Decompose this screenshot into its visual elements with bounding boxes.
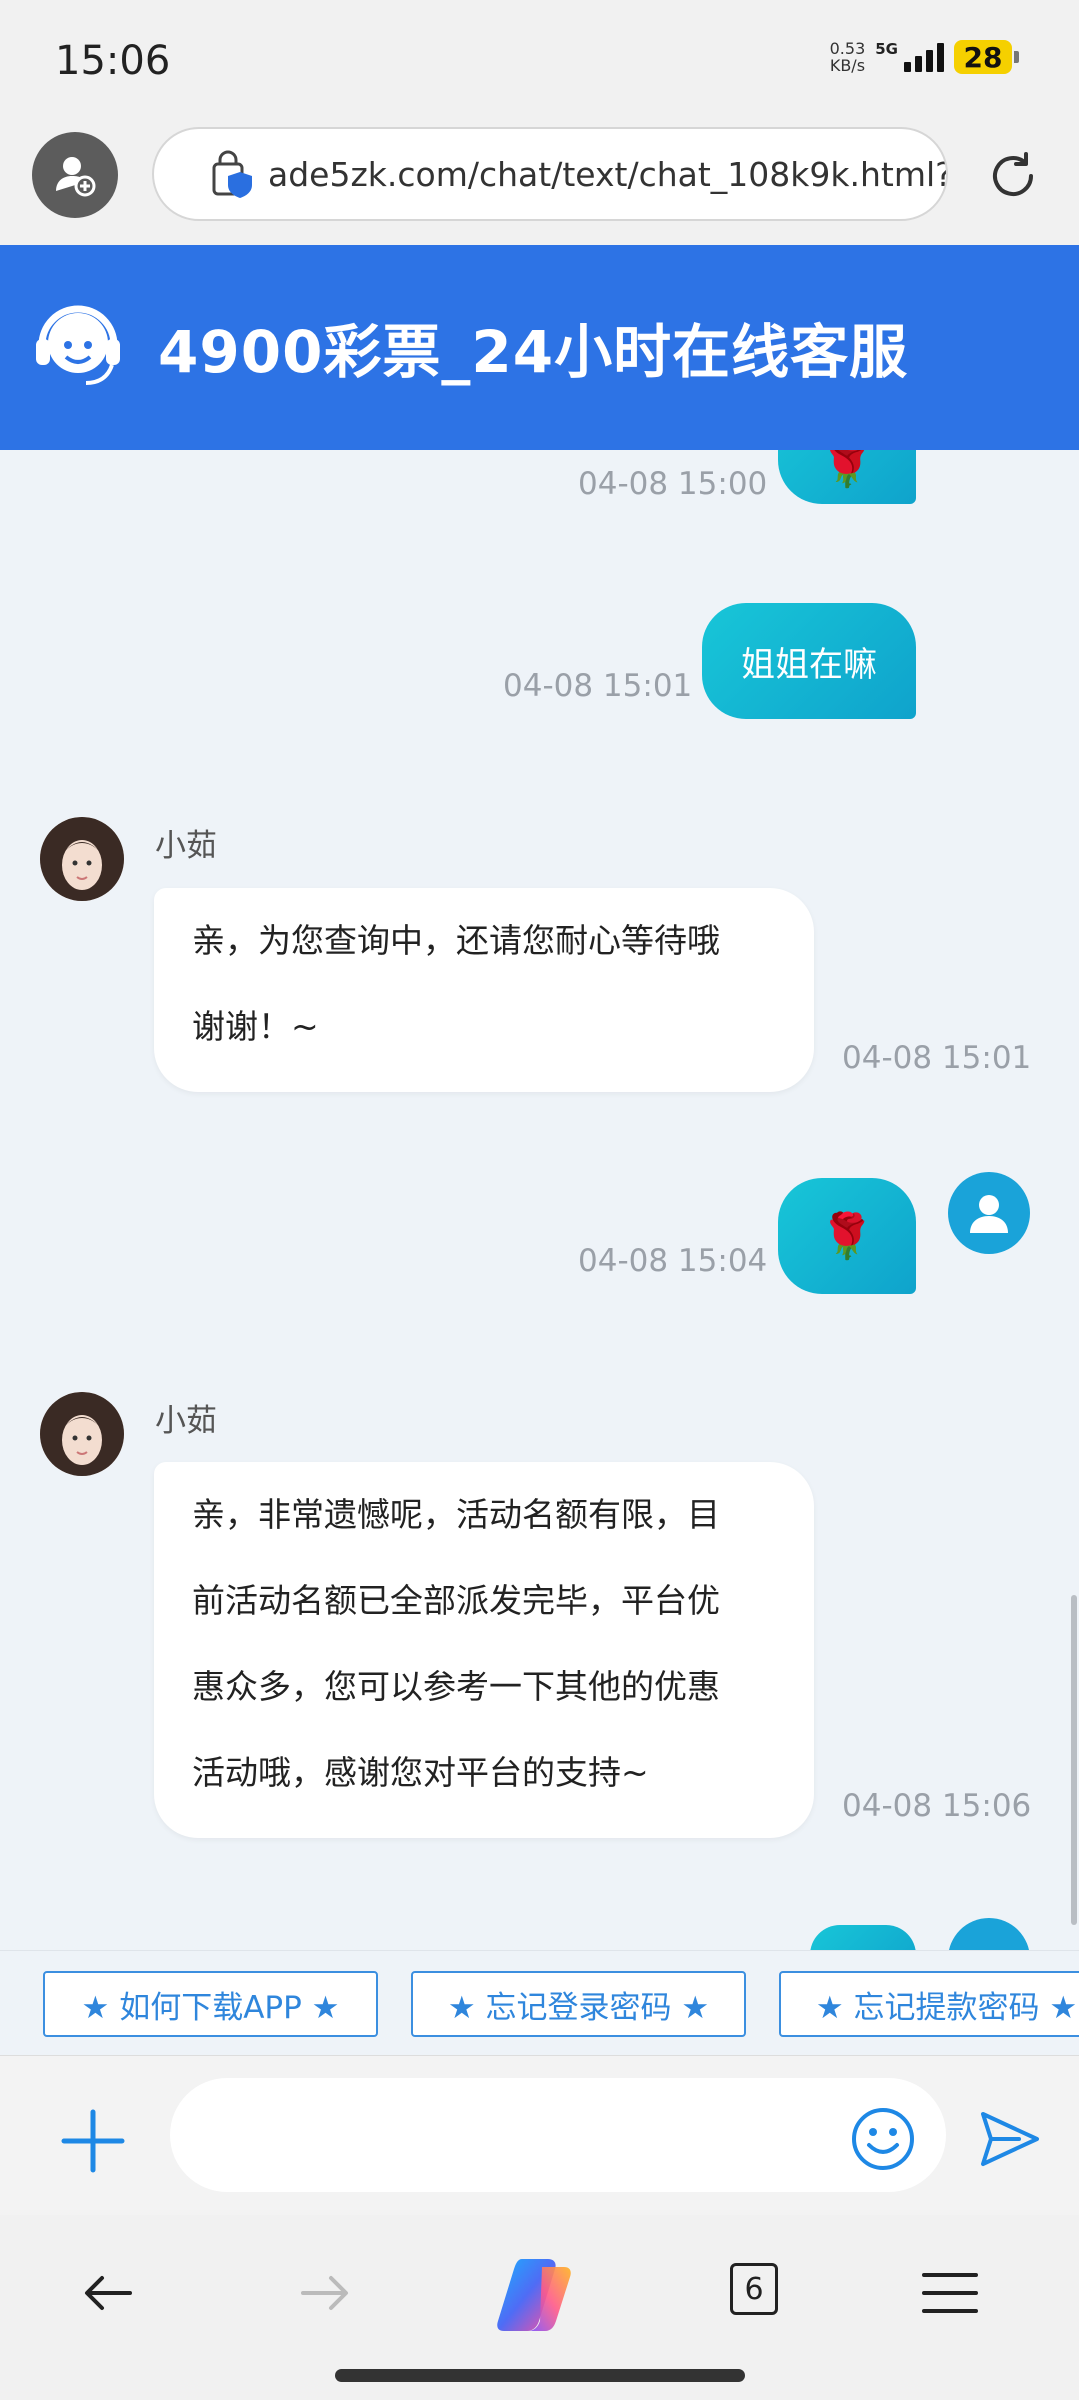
message-composer	[0, 2055, 1079, 2216]
send-icon[interactable]	[978, 2108, 1042, 2170]
user-icon	[970, 1195, 1008, 1233]
chat-title: 4900彩票_24小时在线客服	[158, 318, 909, 386]
message-line: 活动哦，感谢您对平台的支持~	[192, 1753, 649, 1792]
message-line: 亲，非常遗憾呢，活动名额有限，目	[192, 1495, 720, 1534]
chat-header: 4900彩票_24小时在线客服	[0, 245, 1079, 450]
copilot-icon[interactable]	[494, 2255, 584, 2335]
network-speed-unit: KB/s	[829, 56, 866, 75]
url-text: ade5zk.com/chat/text/chat_108k9k.html?sl	[268, 154, 948, 194]
sender-name: 小茹	[155, 1403, 217, 1439]
network-speed: 0.53 KB/s	[830, 40, 866, 74]
message-time: 04-08 15:01	[842, 1040, 1032, 1076]
message-input[interactable]	[170, 2078, 946, 2192]
message-line: 惠众多，您可以参考一下其他的优惠	[192, 1667, 720, 1706]
incoming-message: 亲，非常遗憾呢，活动名额有限，目 前活动名额已全部派发完毕，平台优 惠众多，您可…	[154, 1462, 814, 1838]
message-time: 04-08 15:06	[842, 1788, 1032, 1824]
outgoing-message-partial	[810, 1925, 916, 1950]
site-info-icon[interactable]	[206, 148, 258, 200]
back-arrow-icon[interactable]	[78, 2263, 138, 2323]
status-time: 15:06	[55, 38, 171, 84]
scrollbar[interactable]	[1071, 1595, 1077, 1925]
sender-name: 小茹	[155, 828, 217, 864]
network-type: 5G	[875, 40, 898, 58]
outgoing-message: 🌹	[778, 1178, 916, 1294]
message-time: 04-08 15:01	[503, 668, 693, 704]
quick-reply-download-app[interactable]: ★ 如何下载APP ★	[43, 1971, 378, 2037]
user-avatar	[948, 1918, 1030, 1950]
message-time: 04-08 15:00	[578, 466, 768, 502]
agent-avatar	[40, 1392, 124, 1476]
customer-service-icon	[36, 305, 120, 385]
add-profile-icon	[56, 157, 96, 197]
status-indicators: 0.53 KB/s 5G 28	[830, 40, 1019, 74]
address-bar[interactable]: ade5zk.com/chat/text/chat_108k9k.html?sl	[152, 127, 948, 221]
tab-count-button[interactable]: 6	[730, 2263, 778, 2315]
message-time: 04-08 15:04	[578, 1243, 768, 1279]
plus-icon[interactable]	[60, 2108, 126, 2174]
quick-replies: ★ 如何下载APP ★ ★ 忘记登录密码 ★ ★ 忘记提款密码 ★	[0, 1950, 1079, 2056]
message-list[interactable]: 04-08 15:00 🌹 04-08 15:01 姐姐在嘛 小茹 亲，为您查询…	[0, 450, 1079, 1950]
network-speed-value: 0.53	[829, 39, 866, 58]
quick-reply-forgot-withdraw-password[interactable]: ★ 忘记提款密码 ★	[779, 1971, 1079, 2037]
browser-nav-bar: 6	[0, 2215, 1079, 2400]
browser-toolbar: ade5zk.com/chat/text/chat_108k9k.html?sl	[0, 120, 1079, 245]
home-indicator[interactable]	[335, 2369, 745, 2382]
outgoing-message: 姐姐在嘛	[702, 603, 916, 719]
quick-reply-forgot-login-password[interactable]: ★ 忘记登录密码 ★	[411, 1971, 746, 2037]
agent-avatar	[40, 817, 124, 901]
message-line: 前活动名额已全部派发完毕，平台优	[192, 1581, 720, 1620]
signal-icon	[904, 42, 944, 72]
forward-arrow-icon[interactable]	[295, 2263, 355, 2323]
message-line: 亲，为您查询中，还请您耐心等待哦	[192, 921, 720, 960]
menu-icon[interactable]	[920, 2263, 980, 2323]
profile-button[interactable]	[32, 132, 118, 218]
reload-icon[interactable]	[985, 148, 1041, 204]
message-line: 谢谢！~	[192, 1007, 319, 1046]
incoming-message: 亲，为您查询中，还请您耐心等待哦 谢谢！~	[154, 888, 814, 1092]
outgoing-message: 🌹	[778, 450, 916, 504]
battery-icon: 28	[954, 40, 1019, 74]
user-avatar	[948, 1172, 1030, 1254]
battery-level: 28	[954, 40, 1012, 74]
emoji-icon[interactable]	[850, 2106, 916, 2172]
status-bar: 15:06 0.53 KB/s 5G 28	[0, 0, 1079, 120]
